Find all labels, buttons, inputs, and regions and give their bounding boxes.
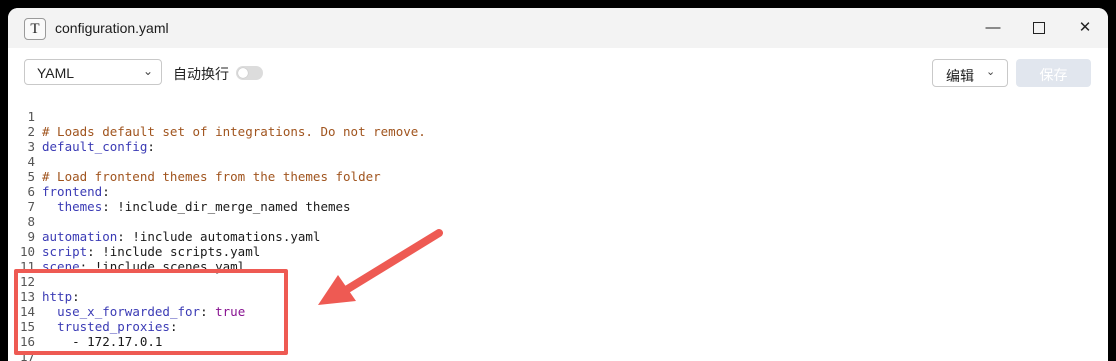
line-number: 1 [27, 109, 35, 124]
edit-button-label: 编辑 [946, 68, 974, 84]
line-text: # Loads default set of integrations. Do … [42, 124, 426, 139]
line-number: 2 [27, 124, 35, 139]
maximize-button[interactable] [1029, 18, 1049, 38]
text-file-icon: T [24, 18, 46, 40]
line-number: 8 [27, 214, 35, 229]
line-text: frontend: [42, 184, 110, 199]
line-number: 6 [27, 184, 35, 199]
line-number: 4 [27, 154, 35, 169]
line-number: 7 [27, 199, 35, 214]
annotation-highlight-box [14, 269, 288, 355]
word-wrap-label: 自动换行 [173, 66, 229, 82]
language-select-value: YAML [37, 65, 75, 81]
editor-window: T configuration.yaml — ✕ YAML ⌄ 自动换行 编辑 … [8, 8, 1108, 361]
annotation-arrow-icon [318, 229, 443, 305]
line-text: script: !include scripts.yaml [42, 244, 261, 259]
window-title: configuration.yaml [55, 20, 169, 36]
line-text: # Load frontend themes from the themes f… [42, 169, 381, 184]
minimize-button[interactable]: — [983, 18, 1003, 38]
line-text: themes: !include_dir_merge_named themes [57, 199, 351, 214]
line-number: 10 [19, 244, 35, 259]
line-text: automation: !include automations.yaml [42, 229, 321, 244]
word-wrap-toggle[interactable] [236, 66, 263, 80]
save-button[interactable]: 保存 [1016, 59, 1091, 87]
close-button[interactable]: ✕ [1075, 18, 1095, 38]
toggle-knob [238, 68, 248, 78]
edit-menu-button[interactable]: 编辑 ⌄ [932, 59, 1008, 87]
line-number: 9 [27, 229, 35, 244]
line-text: default_config: [42, 139, 155, 154]
maximize-icon [1033, 22, 1045, 35]
line-number: 5 [27, 169, 35, 184]
save-button-label: 保存 [1039, 67, 1068, 83]
chevron-down-icon: ⌄ [986, 66, 996, 78]
chevron-down-icon: ⌄ [142, 64, 153, 78]
title-bar: T configuration.yaml — ✕ [8, 8, 1108, 48]
line-number: 3 [27, 139, 35, 154]
language-select[interactable]: YAML ⌄ [24, 59, 162, 85]
